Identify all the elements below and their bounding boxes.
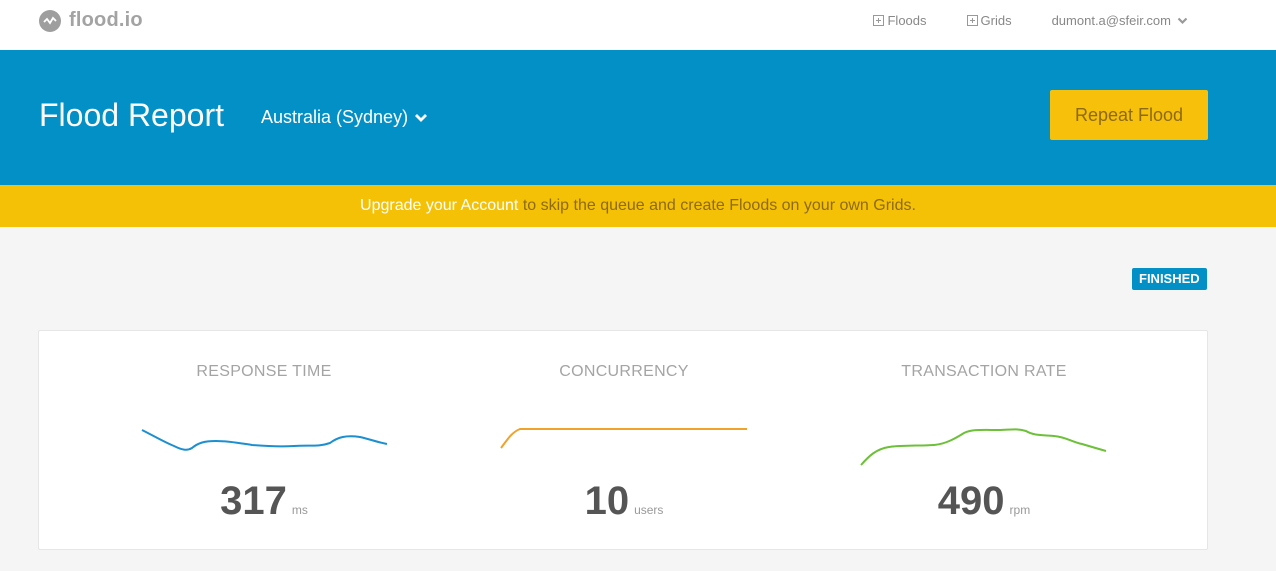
logo-text: flood.io — [69, 9, 143, 31]
response-time-sparkline — [141, 429, 388, 451]
sparkline-path — [141, 429, 388, 451]
metric-title: TRANSACTION RATE — [901, 363, 1067, 380]
metric-response-time: RESPONSE TIME 317 ms — [84, 331, 444, 551]
transaction-rate-sparkline — [860, 428, 1107, 466]
metric-value: 10 — [584, 479, 630, 523]
region-label: Australia (Sydney) — [261, 107, 409, 127]
metric-value-row: 10 users — [444, 479, 804, 524]
chevron-down-icon — [1177, 17, 1188, 24]
upgrade-banner: Upgrade your Account to skip the queue a… — [0, 185, 1276, 227]
metric-title: CONCURRENCY — [559, 363, 689, 380]
logo[interactable]: flood.io — [39, 9, 143, 32]
sparkline-path — [500, 428, 747, 449]
status-badge: FINISHED — [1132, 268, 1207, 290]
metric-concurrency: CONCURRENCY 10 users — [444, 331, 804, 551]
user-email: dumont.a@sfeir.com — [1051, 13, 1171, 28]
metric-value: 490 — [937, 479, 1005, 523]
concurrency-sparkline — [500, 428, 747, 449]
nav-floods-label: Floods — [887, 13, 927, 28]
metrics-panel: RESPONSE TIME 317 ms CONCURRENCY 10 user… — [38, 330, 1208, 550]
metric-value-row: 490 rpm — [804, 479, 1164, 524]
metric-unit: users — [634, 503, 664, 517]
chevron-down-icon — [415, 113, 428, 122]
repeat-flood-button[interactable]: Repeat Flood — [1050, 90, 1208, 140]
plus-square-icon — [873, 15, 885, 26]
metric-unit: rpm — [1009, 503, 1031, 517]
metric-title: RESPONSE TIME — [196, 363, 332, 380]
user-menu[interactable]: dumont.a@sfeir.com — [1052, 13, 1188, 28]
metric-value: 317 — [220, 479, 287, 523]
nav-grids-link[interactable]: Grids — [966, 13, 1012, 28]
upgrade-account-link[interactable]: Upgrade your Account — [360, 197, 518, 214]
report-header: Flood Report Australia (Sydney) Repeat F… — [0, 50, 1276, 185]
metric-transaction-rate: TRANSACTION RATE 490 rpm — [804, 331, 1164, 551]
upgrade-banner-text: to skip the queue and create Floods on y… — [518, 197, 916, 214]
metric-unit: ms — [291, 503, 308, 517]
sparkline-path — [860, 428, 1107, 466]
nav-grids-label: Grids — [980, 13, 1012, 28]
metric-value-row: 317 ms — [84, 479, 444, 524]
flood-logo-icon — [39, 9, 61, 32]
nav-menu: Floods Grids dumont.a@sfeir.com — [873, 13, 1188, 28]
page-title: Flood Report — [39, 97, 224, 133]
region-selector[interactable]: Australia (Sydney) — [261, 107, 428, 128]
top-navbar: flood.io Floods Grids dumont.a@sfeir.com — [0, 0, 1276, 50]
plus-square-icon — [966, 15, 978, 26]
nav-floods-link[interactable]: Floods — [873, 13, 927, 28]
